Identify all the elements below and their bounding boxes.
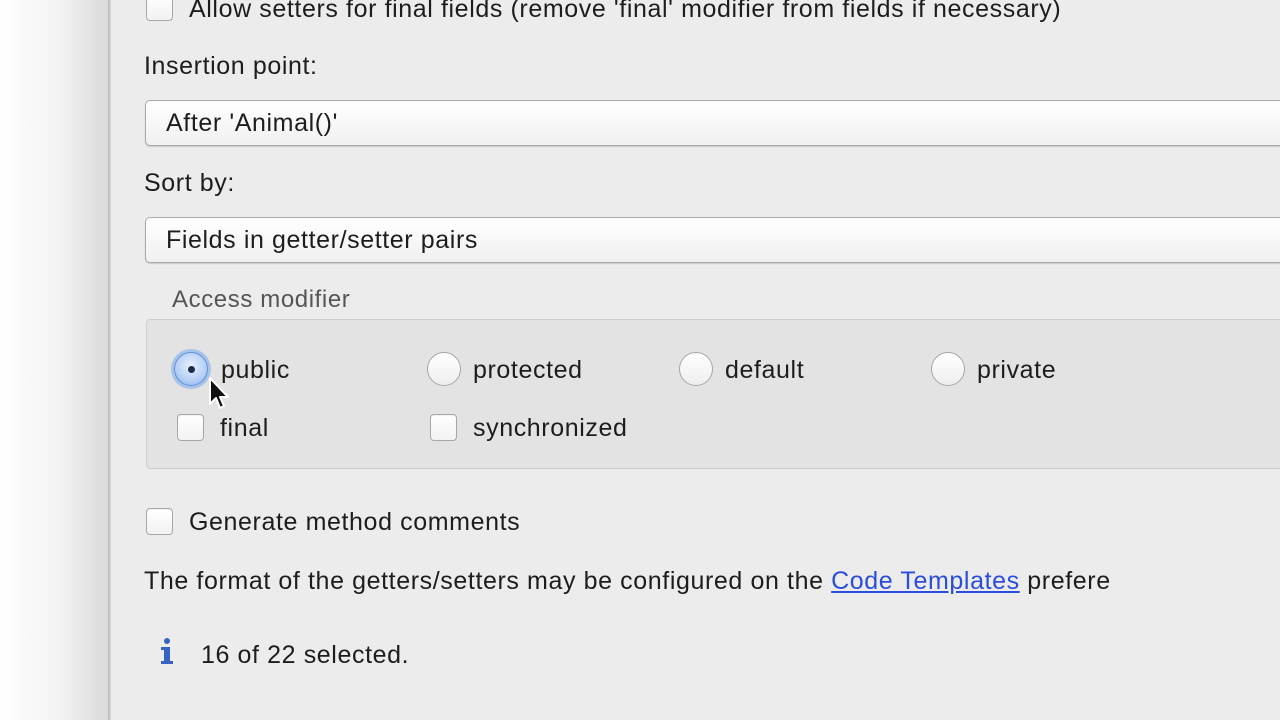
public-radio[interactable] — [174, 352, 208, 386]
radio-selected-dot — [187, 365, 195, 373]
final-checkbox[interactable] — [177, 414, 204, 441]
format-info-text: The format of the getters/setters may be… — [144, 566, 1111, 596]
mouse-cursor-icon — [208, 376, 232, 417]
allow-setters-final-checkbox[interactable] — [146, 0, 173, 21]
synchronized-checkbox-label: synchronized — [473, 414, 628, 442]
code-templates-link[interactable]: Code Templates — [831, 567, 1020, 595]
generate-comments-checkbox[interactable] — [146, 508, 173, 535]
final-checkbox-label: final — [220, 414, 269, 442]
access-modifier-title: Access modifier — [172, 286, 351, 313]
format-text-after: prefere — [1027, 567, 1111, 595]
protected-radio-label: protected — [473, 356, 583, 384]
format-text-before: The format of the getters/setters may be… — [144, 567, 824, 595]
sort-by-label: Sort by: — [144, 169, 235, 197]
default-radio[interactable] — [679, 352, 713, 386]
private-radio[interactable] — [931, 352, 965, 386]
info-icon — [158, 636, 176, 671]
sort-by-select[interactable]: Fields in getter/setter pairs — [145, 217, 1280, 263]
protected-radio[interactable] — [427, 352, 461, 386]
synchronized-checkbox[interactable] — [430, 414, 457, 441]
default-radio-label: default — [725, 356, 805, 384]
selection-status: 16 of 22 selected. — [201, 641, 410, 669]
insertion-point-label: Insertion point: — [144, 52, 318, 80]
background-window — [0, 0, 110, 720]
allow-setters-final-label: Allow setters for final fields (remove '… — [189, 0, 1062, 23]
sort-by-value: Fields in getter/setter pairs — [166, 226, 478, 254]
insertion-point-select[interactable]: After 'Animal()' — [145, 100, 1280, 146]
generate-comments-label: Generate method comments — [189, 508, 521, 536]
private-radio-label: private — [977, 356, 1057, 384]
access-modifier-group — [146, 319, 1280, 469]
insertion-point-value: After 'Animal()' — [166, 109, 338, 137]
